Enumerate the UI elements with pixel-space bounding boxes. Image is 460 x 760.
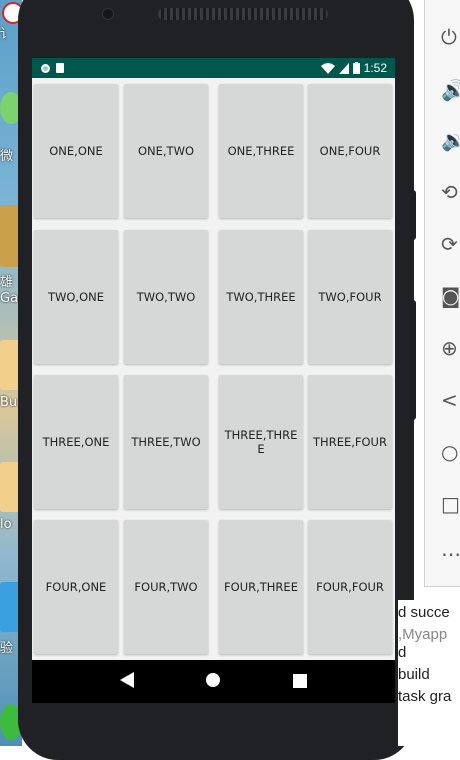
back-icon[interactable] xyxy=(119,672,134,691)
grid-cell[interactable]: THREE,FOUR xyxy=(308,375,392,509)
rotate-right-icon[interactable]: ⟳ xyxy=(441,232,460,256)
signal-icon xyxy=(338,62,349,74)
front-camera-icon xyxy=(102,8,114,20)
volume-down-icon[interactable]: 🔉 xyxy=(441,128,460,152)
grid-cell[interactable]: TWO,FOUR xyxy=(308,230,392,364)
back-icon[interactable]: < xyxy=(441,388,460,412)
sd-card-icon xyxy=(56,63,64,73)
more-icon[interactable]: ⋯ xyxy=(441,542,460,566)
grid-cell[interactable]: THREE,TWO xyxy=(124,375,208,509)
grid-cell[interactable]: ONE,THREE xyxy=(219,84,303,218)
grid-cell[interactable]: FOUR,THREE xyxy=(219,520,303,654)
build-console: d succe ,Myapp d build task gra xyxy=(398,600,460,746)
camera-icon[interactable]: ◙ xyxy=(441,284,460,308)
grid-cell[interactable]: TWO,ONE xyxy=(34,230,118,364)
status-time: 1:52 xyxy=(363,61,387,75)
status-bar: 1:52 xyxy=(32,58,395,78)
home-icon[interactable] xyxy=(205,672,221,691)
desktop-label: 雄 xyxy=(0,275,14,290)
grid-cell[interactable]: TWO,TWO xyxy=(124,230,208,364)
rotate-left-icon[interactable]: ⟲ xyxy=(441,180,460,204)
grid-cell[interactable]: ONE,FOUR xyxy=(308,84,392,218)
grid-cell[interactable]: FOUR,FOUR xyxy=(308,520,392,654)
recents-icon[interactable] xyxy=(293,673,308,691)
console-line: d succe xyxy=(398,604,450,621)
emulator-toolbar: ⏻ 🔊 🔉 ⟲ ⟳ ◙ ⊕ < ○ □ ⋯ xyxy=(424,0,460,587)
grid-cell[interactable]: ONE,TWO xyxy=(124,84,208,218)
console-line: build xyxy=(398,666,430,683)
desktop-label: Ga xyxy=(0,291,19,306)
battery-icon xyxy=(352,62,360,74)
zoom-icon[interactable]: ⊕ xyxy=(441,336,460,360)
power-side-button[interactable] xyxy=(410,190,416,240)
overview-icon[interactable]: □ xyxy=(441,492,460,516)
grid-cell[interactable]: THREE,THREE xyxy=(219,375,303,509)
power-icon[interactable]: ⏻ xyxy=(441,25,460,49)
notification-dot-icon xyxy=(41,63,50,73)
earpiece-speaker xyxy=(158,8,328,20)
desktop-label: Bu xyxy=(0,395,18,410)
grid-cell[interactable]: FOUR,ONE xyxy=(34,520,118,654)
desktop-label: 验 xyxy=(0,641,14,656)
desktop-label: 讠 xyxy=(0,27,14,42)
wifi-icon xyxy=(320,62,335,74)
console-line: ,Myapp xyxy=(398,626,448,643)
desktop-label: lo xyxy=(0,517,12,532)
grid-cell[interactable]: ONE,ONE xyxy=(34,84,118,218)
console-line: task gra xyxy=(398,688,452,705)
volume-up-icon[interactable]: 🔊 xyxy=(441,78,460,102)
grid-cell[interactable]: FOUR,TWO xyxy=(124,520,208,654)
home-icon[interactable]: ○ xyxy=(441,440,460,464)
phone-screen: 1:52 ONE,ONE ONE,TWO ONE,THREE ONE,FOUR … xyxy=(32,58,395,703)
desktop-label: 微 xyxy=(0,149,14,164)
grid-cell[interactable]: TWO,THREE xyxy=(219,230,303,364)
volume-side-button[interactable] xyxy=(410,300,416,420)
console-line: d xyxy=(398,644,407,661)
grid-cell[interactable]: THREE,ONE xyxy=(34,375,118,509)
navigation-bar xyxy=(32,660,395,703)
